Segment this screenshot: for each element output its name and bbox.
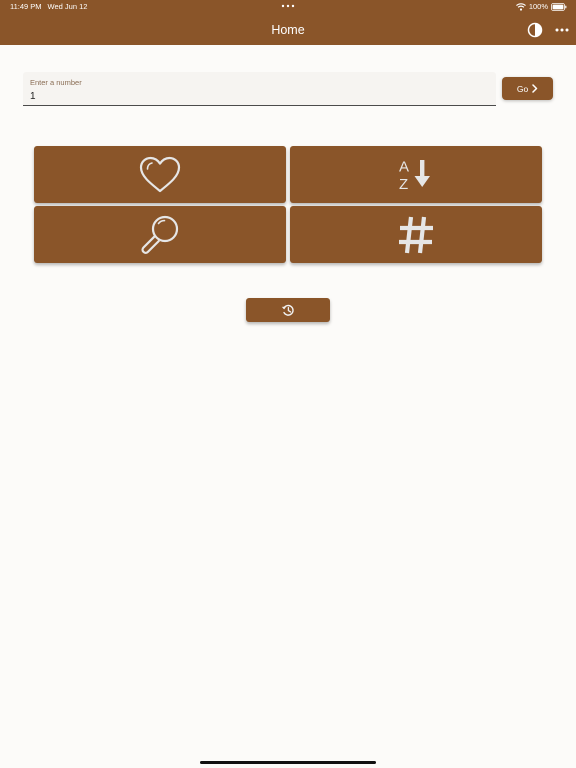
number-field[interactable]: Enter a number (23, 72, 496, 106)
alphabetical-sort-tile-button[interactable]: A Z (290, 146, 542, 203)
chevron-right-icon (532, 84, 538, 93)
go-button-label: Go (516, 83, 529, 94)
status-bar-right: 100% (515, 2, 567, 12)
heart-icon (139, 156, 181, 192)
number-input[interactable] (30, 89, 470, 103)
more-horizontal-icon[interactable] (554, 25, 570, 35)
sort-letter-a: A (399, 158, 409, 175)
battery-percent: 100% (528, 2, 548, 11)
battery-icon (551, 3, 567, 11)
history-button[interactable] (246, 298, 330, 322)
number-field-label: Enter a number (30, 78, 82, 87)
status-date: Wed Jun 12 (47, 2, 88, 11)
contrast-icon[interactable] (527, 22, 543, 38)
sort-letter-z: Z (399, 176, 408, 192)
search-icon (141, 215, 179, 254)
status-time: 11:49 PM (10, 2, 42, 11)
sort-alphabetical-icon: A Z (399, 158, 430, 192)
favorites-tile-button[interactable] (34, 146, 286, 203)
history-icon (281, 304, 294, 316)
search-tile-button[interactable] (34, 206, 286, 263)
home-indicator[interactable] (200, 761, 376, 764)
page-title: Home (271, 23, 305, 37)
status-bar-left: 11:49 PM Wed Jun 12 (10, 2, 87, 12)
go-button[interactable]: Go (502, 77, 553, 100)
app-header: 11:49 PM Wed Jun 12 100% Home (0, 0, 576, 45)
hash-icon (399, 216, 433, 253)
wifi-icon (515, 3, 526, 11)
multitasking-dots-icon[interactable] (281, 3, 295, 9)
number-tile-button[interactable] (290, 206, 542, 263)
